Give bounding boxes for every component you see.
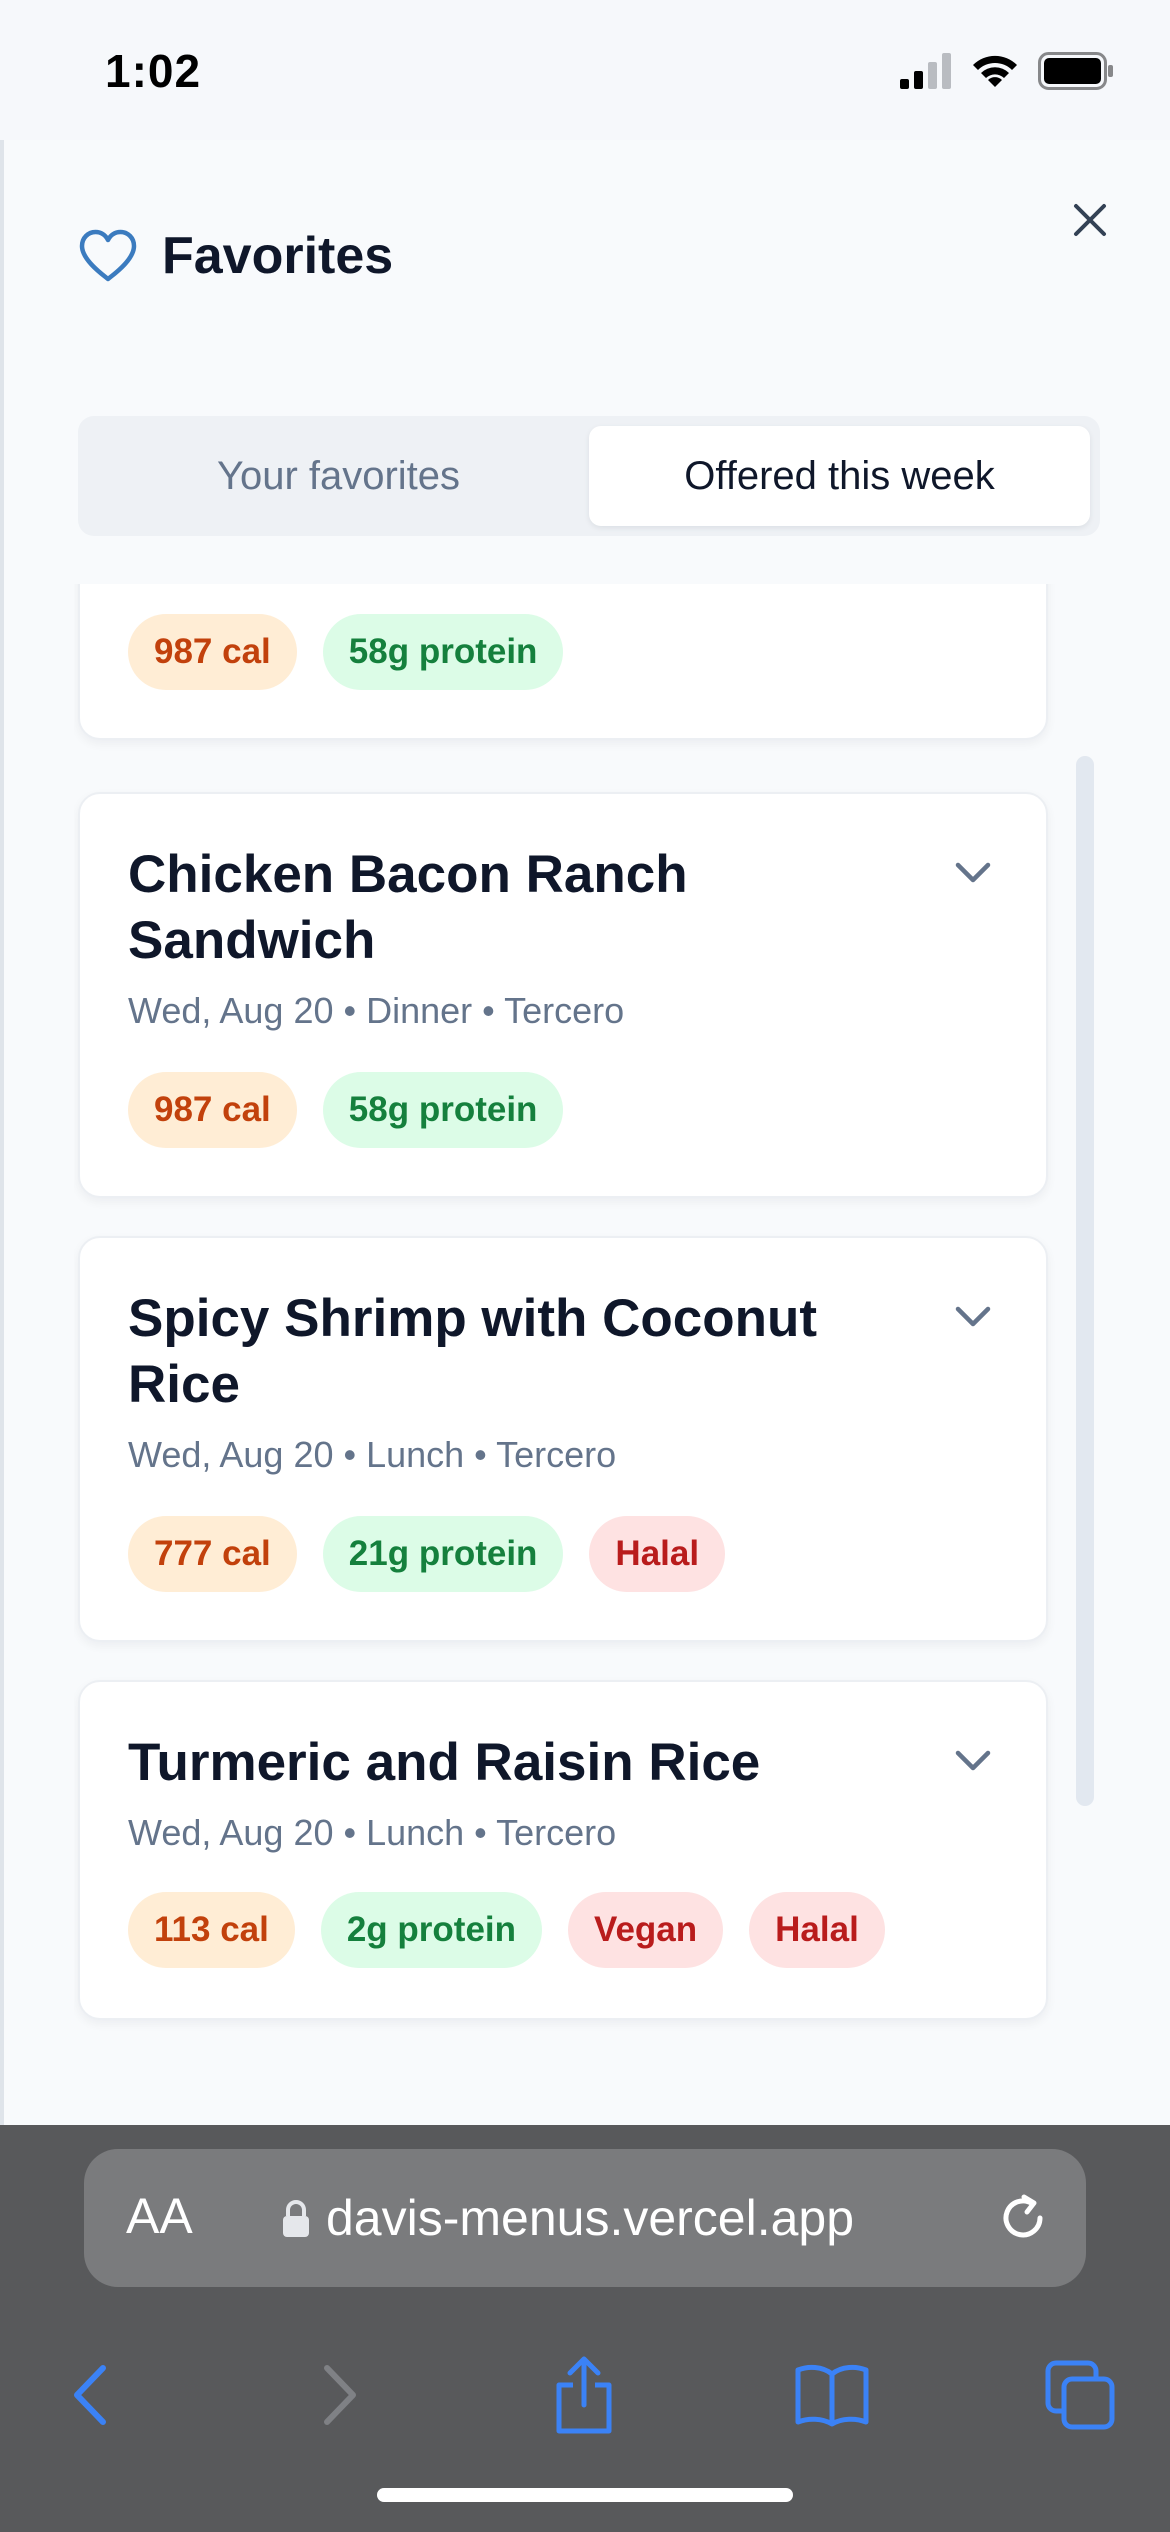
tab-offered-this-week[interactable]: Offered this week [589,426,1090,526]
share-icon [556,2356,612,2434]
cellular-signal-icon [900,53,951,89]
browser-nav-row [0,2325,1170,2445]
calories-badge: 987 cal [128,614,297,690]
heart-icon [79,229,137,282]
halal-badge: Halal [589,1516,726,1592]
list-item[interactable]: Spicy Shrimp with Coconut Rice Wed, Aug … [78,1236,1048,1642]
vegan-badge: Vegan [568,1892,724,1968]
item-meta: Wed, Aug 20 • Lunch • Tercero [128,1812,617,1853]
protein-badge: 58g protein [322,614,564,690]
calories-badge: 113 cal [128,1892,295,1968]
sheet-title: Favorites [162,227,394,285]
status-time: 1:02 [105,45,202,97]
close-icon [1074,204,1106,236]
protein-badge: 58g protein [322,1072,564,1148]
badge-row: 113 cal 2g protein Vegan Halal [128,1892,885,1968]
protein-badge: 21g protein [322,1516,564,1592]
item-title: Spicy Shrimp with Coconut Rice [128,1289,818,1414]
forward-button[interactable] [300,2355,380,2435]
close-button[interactable] [1062,192,1118,248]
item-meta: Wed, Aug 20 • Dinner • Tercero [128,990,625,1031]
chevron-right-icon [324,2365,356,2425]
reload-icon[interactable] [994,2189,1052,2247]
url-text: davis-menus.vercel.app [326,2190,855,2246]
badge-row: 987 cal 58g protein [128,614,564,690]
back-button[interactable] [50,2355,130,2435]
home-indicator [377,2488,793,2502]
list-item[interactable]: Turmeric and Raisin Rice Wed, Aug 20 • L… [78,1680,1048,2020]
status-bar: 1:02 [0,0,1170,140]
chevron-down-icon[interactable] [948,1292,998,1342]
book-icon [795,2364,869,2427]
favorites-list[interactable]: 987 cal 58g protein Chicken Bacon Ranch … [74,584,1096,2054]
lock-icon [283,2200,309,2237]
sheet-header: Favorites [78,226,393,286]
address-bar[interactable]: AA davis-menus.vercel.app [84,2149,1086,2287]
bookmarks-button[interactable] [792,2355,872,2435]
badge-row: 777 cal 21g protein Halal [128,1516,726,1592]
tab-your-favorites[interactable]: Your favorites [88,426,589,526]
chevron-down-icon[interactable] [948,1736,998,1786]
battery-icon [1038,52,1113,90]
badge-row: 987 cal 58g protein [128,1072,564,1148]
chevron-down-icon[interactable] [948,848,998,898]
list-scrollbar[interactable] [1076,756,1094,1806]
item-title: Turmeric and Raisin Rice [128,1733,761,1792]
favorites-tab-control: Your favorites Offered this week [78,416,1100,536]
tabs-button[interactable] [1040,2355,1120,2435]
calories-badge: 987 cal [128,1072,297,1148]
protein-badge: 2g protein [320,1892,543,1968]
item-title: Chicken Bacon Ranch Sandwich [128,845,688,970]
halal-badge: Halal [749,1892,885,1968]
chevron-left-icon [74,2365,106,2425]
status-icons [900,52,1114,90]
calories-badge: 777 cal [128,1516,297,1592]
share-button[interactable] [544,2355,624,2435]
wifi-icon [973,55,1017,87]
browser-toolbar: AA davis-menus.vercel.app [0,2125,1170,2532]
list-item[interactable]: Chicken Bacon Ranch Sandwich Wed, Aug 20… [78,792,1048,1198]
list-item[interactable]: 987 cal 58g protein [78,584,1048,740]
item-meta: Wed, Aug 20 • Lunch • Tercero [128,1434,617,1475]
text-size-button[interactable]: AA [126,2187,193,2245]
tabs-icon [1045,2360,1115,2430]
